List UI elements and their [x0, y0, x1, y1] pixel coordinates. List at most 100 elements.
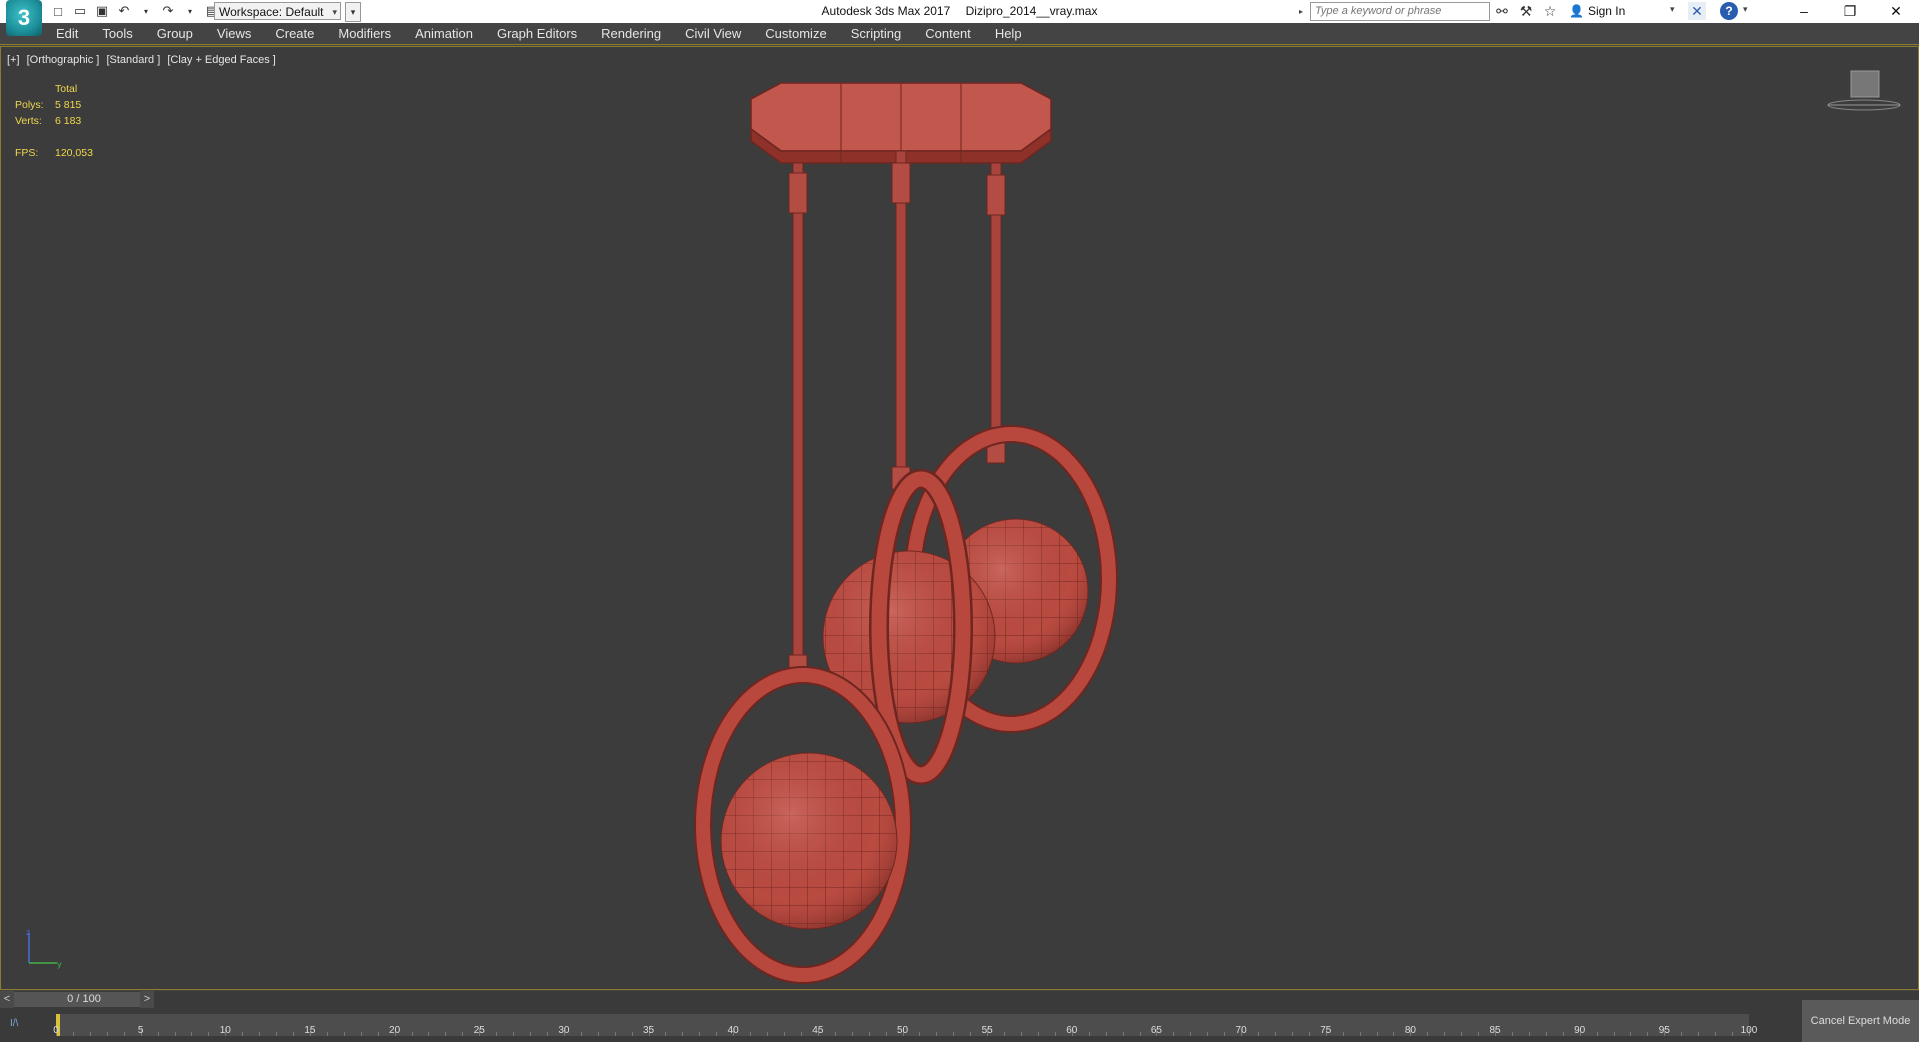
pendant-lamp-model[interactable]: [681, 59, 1121, 989]
track-tick: [293, 1032, 295, 1036]
menu-scripting[interactable]: Scripting: [839, 23, 914, 45]
track-tick: [411, 1032, 413, 1036]
favorites-star-icon[interactable]: ☆: [1542, 3, 1558, 19]
binoculars-icon[interactable]: ⚯: [1494, 3, 1510, 19]
track-bar-ruler[interactable]: 0 5 10 15 20 25 30 35 40 45 50 55 60 65 70 75 80 85 90 95 10…: [53, 1014, 1757, 1036]
track-tick: [1511, 1032, 1513, 1036]
undo-dropdown-icon[interactable]: ▾: [138, 3, 154, 19]
viewport-general-menu[interactable]: [+]: [7, 54, 20, 66]
menu-civil-view[interactable]: Civil View: [673, 23, 753, 45]
redo-dropdown-icon[interactable]: ▾: [182, 3, 198, 19]
subscription-icon[interactable]: ⚒: [1518, 3, 1534, 19]
sign-in-button[interactable]: 👤 Sign In: [1569, 4, 1625, 18]
menu-content[interactable]: Content: [913, 23, 983, 45]
minimize-button[interactable]: –: [1781, 0, 1827, 22]
track-tick: [1224, 1032, 1226, 1036]
track-tick: [614, 1032, 616, 1036]
viewport-shading-menu[interactable]: [Clay + Edged Faces ]: [167, 54, 276, 66]
cancel-expert-mode-button[interactable]: Cancel Expert Mode: [1802, 1000, 1919, 1042]
menu-views[interactable]: Views: [205, 23, 263, 45]
track-tick: [1647, 1032, 1649, 1036]
menu-edit[interactable]: Edit: [44, 23, 90, 45]
fps-label: FPS:: [15, 147, 39, 159]
track-tick-label: 45: [812, 1025, 824, 1036]
track-tick-label: 65: [1150, 1025, 1162, 1036]
track-tick: [1732, 1032, 1734, 1036]
search-field[interactable]: [1310, 2, 1490, 21]
restore-button[interactable]: ❐: [1827, 0, 1873, 22]
curve-editor-icon[interactable]: I/\: [10, 1018, 18, 1029]
stats-header: Total: [55, 83, 78, 95]
viewport-shading-quality-menu[interactable]: [Standard ]: [106, 54, 160, 66]
track-tick-label: 50: [896, 1025, 909, 1036]
title-bar: 3 □ ▭ ▣ ↶ ▾ ↷ ▾ ▤ Workspace: Default ▾ ▾…: [0, 0, 1919, 36]
track-tick: [157, 1032, 159, 1036]
viewcube-icon[interactable]: [1826, 69, 1902, 119]
track-tick: [106, 1032, 108, 1036]
user-icon: 👤: [1569, 4, 1584, 18]
track-tick: [1444, 1032, 1446, 1036]
redo-icon[interactable]: ↷: [160, 3, 176, 19]
sign-in-label: Sign In: [1587, 4, 1626, 18]
viewport-orthographic[interactable]: [+] [Orthographic ] [Standard ] [Clay + …: [0, 46, 1919, 990]
track-tick: [1681, 1032, 1683, 1036]
track-tick: [1613, 1032, 1615, 1036]
track-tick-label: 90: [1574, 1025, 1586, 1036]
time-slider[interactable]: 0 / 100: [14, 992, 154, 1007]
track-tick: [1054, 1032, 1056, 1036]
open-file-icon[interactable]: ▭: [72, 3, 88, 19]
exchange-apps-icon[interactable]: ✕: [1688, 2, 1706, 20]
track-tick: [970, 1032, 972, 1036]
previous-frame-button[interactable]: <: [0, 991, 14, 1008]
chevron-down-icon: ▾: [332, 7, 337, 17]
track-tick: [208, 1032, 210, 1036]
track-tick: [1359, 1032, 1361, 1036]
track-tick: [546, 1032, 548, 1036]
track-tick-label: 35: [642, 1025, 655, 1036]
viewport-label: [+] [Orthographic ] [Standard ] [Clay + …: [7, 54, 280, 66]
track-tick-label: 10: [219, 1025, 231, 1036]
workspace-dropdown[interactable]: Workspace: Default ▾: [214, 2, 341, 20]
menu-rendering[interactable]: Rendering: [589, 23, 673, 45]
menu-create[interactable]: Create: [263, 23, 326, 45]
help-dropdown-icon[interactable]: ▾: [1743, 4, 1748, 15]
track-tick-label: 5: [137, 1025, 144, 1036]
menu-modifiers[interactable]: Modifiers: [326, 23, 403, 45]
track-tick-label: 20: [389, 1025, 401, 1036]
track-tick: [462, 1032, 464, 1036]
track-tick-label: 40: [727, 1025, 739, 1036]
track-tick-label: 85: [1489, 1025, 1501, 1036]
sign-in-dropdown-icon[interactable]: ▾: [1670, 4, 1675, 15]
menu-group[interactable]: Group: [145, 23, 205, 45]
help-icon[interactable]: ?: [1720, 2, 1738, 20]
menu-animation[interactable]: Animation: [403, 23, 485, 45]
track-tick-label: 0: [53, 1025, 59, 1036]
menu-help[interactable]: Help: [983, 23, 1034, 45]
track-tick: [1122, 1032, 1124, 1036]
search-input[interactable]: [1315, 5, 1485, 17]
close-button[interactable]: ✕: [1873, 0, 1919, 22]
save-icon[interactable]: ▣: [94, 3, 110, 19]
track-tick: [665, 1032, 667, 1036]
menu-bar: Edit Tools Group Views Create Modifiers …: [0, 23, 1919, 45]
menu-customize[interactable]: Customize: [753, 23, 838, 45]
track-tick: [1562, 1032, 1564, 1036]
undo-icon[interactable]: ↶: [116, 3, 132, 19]
search-expand-icon[interactable]: ▸: [1299, 3, 1309, 20]
svg-text:y: y: [57, 960, 62, 969]
viewport-point-of-view-menu[interactable]: [Orthographic ]: [27, 54, 100, 66]
track-tick: [936, 1032, 938, 1036]
next-frame-button[interactable]: >: [140, 991, 154, 1008]
track-bar[interactable]: I/\ 0 5 10 15 20 25 30 35 40 45 50 55 60 65 70 75 80 85 90…: [0, 1008, 1919, 1042]
track-tick: [1173, 1032, 1175, 1036]
verts-value: 6 183: [55, 115, 82, 127]
track-tick: [513, 1032, 515, 1036]
app-logo-icon[interactable]: 3: [6, 0, 42, 36]
menu-graph-editors[interactable]: Graph Editors: [485, 23, 589, 45]
track-tick: [851, 1032, 853, 1036]
menu-tools[interactable]: Tools: [90, 23, 144, 45]
new-file-icon[interactable]: □: [50, 3, 66, 19]
customize-toolbar-icon[interactable]: ▾: [345, 2, 361, 22]
track-tick: [1596, 1032, 1598, 1036]
track-tick-label: 55: [981, 1025, 993, 1036]
